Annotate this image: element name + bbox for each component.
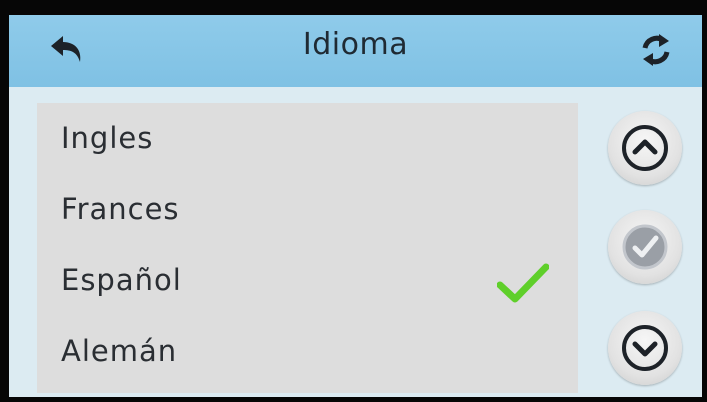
header-bar: Idioma	[9, 15, 702, 87]
list-item-aleman[interactable]: Alemán	[37, 320, 578, 386]
list-item-espanol[interactable]: Español	[37, 249, 578, 315]
chevron-down-icon	[622, 325, 668, 371]
language-label: Español	[61, 263, 182, 297]
scroll-up-button[interactable]	[608, 111, 682, 185]
touch-screen: Idioma Ingles Frances Español Alemán	[9, 15, 702, 397]
checkmark-icon	[497, 263, 549, 303]
confirm-button[interactable]	[608, 210, 682, 284]
check-circle-icon	[622, 224, 668, 270]
language-label: Ingles	[61, 121, 154, 155]
language-label: Alemán	[61, 334, 178, 368]
refresh-icon	[642, 34, 670, 66]
page-title: Idioma	[302, 27, 409, 62]
language-list: Ingles Frances Español Alemán	[37, 103, 578, 393]
list-item-frances[interactable]: Frances	[37, 178, 578, 244]
language-label: Frances	[61, 192, 180, 226]
refresh-button[interactable]	[638, 32, 674, 68]
list-item-ingles[interactable]: Ingles	[37, 107, 578, 173]
chevron-up-icon	[622, 125, 668, 171]
scroll-down-button[interactable]	[608, 311, 682, 385]
